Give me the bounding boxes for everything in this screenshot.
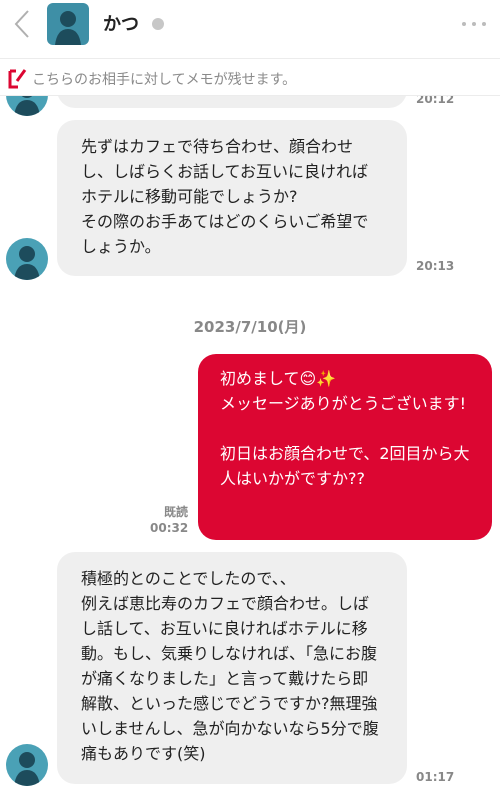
- status-indicator: [152, 18, 164, 30]
- contact-name: かつ: [103, 14, 139, 35]
- message-bubble-outgoing: 初めまして😊✨ メッセージありがとうございます! 初日はお顔合わせで、2回目から…: [198, 354, 492, 540]
- memo-placeholder: こちらのお相手に対してメモが残せます。: [32, 72, 297, 88]
- avatar[interactable]: [6, 238, 48, 280]
- chevron-left-icon: [14, 10, 29, 38]
- message-bubble: 先ずはカフェで待ち合わせ、顔合わせし、しばらくお話してお互いに良ければホテルに移…: [57, 120, 407, 276]
- memo-bar-overlay: こちらのお相手に対してメモが残せます。: [0, 58, 500, 96]
- date-separator: 2023/7/10(月): [193, 318, 307, 336]
- more-options-button[interactable]: [458, 14, 490, 34]
- chat-header: かつ: [0, 0, 500, 50]
- avatar[interactable]: [47, 3, 89, 45]
- edit-memo-icon: [8, 69, 27, 89]
- read-receipt: 既読 00:32: [150, 505, 189, 535]
- message-bubble: 積極的とのことでしたので、、 例えば恵比寿のカフェで顔合わせ。しばし話して、お互…: [57, 552, 407, 784]
- back-button[interactable]: [8, 6, 36, 42]
- message-time: 20:13: [416, 259, 455, 273]
- avatar[interactable]: [6, 744, 48, 786]
